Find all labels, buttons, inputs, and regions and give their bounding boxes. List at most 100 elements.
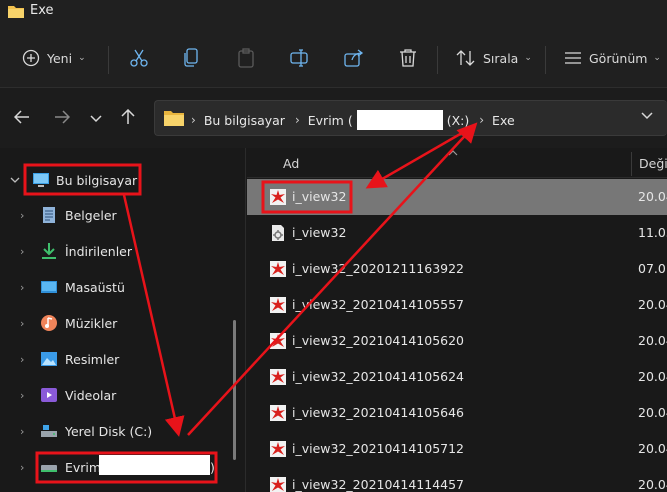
file-date: 20.04 <box>638 477 667 492</box>
sidebar-item-label: Videolar <box>65 387 117 403</box>
sidebar-item-label: Müzikler <box>65 315 118 331</box>
trash-icon <box>399 48 417 68</box>
breadcrumb: › Bu bilgisayar › Evrim ( (X:) › Exe <box>191 110 521 130</box>
address-dropdown-icon[interactable] <box>641 110 653 123</box>
drive-icon <box>40 422 58 440</box>
sidebar-item-suffix: ) <box>210 459 215 475</box>
chevron-right-icon[interactable]: › <box>20 353 24 366</box>
paste-button[interactable] <box>237 44 255 72</box>
plus-circle-icon <box>22 49 40 67</box>
column-name-header[interactable]: Ad <box>283 156 299 171</box>
chevron-right-icon[interactable]: › <box>20 461 24 474</box>
share-icon <box>344 49 364 67</box>
folder-icon <box>164 109 184 129</box>
column-header: Ad Deği <box>247 148 667 178</box>
file-name: i_view32_20210414105557 <box>292 297 465 312</box>
file-row[interactable]: i_view32 11.05 <box>247 215 667 251</box>
file-date: 20.04 <box>638 405 667 420</box>
file-date: 20.04 <box>638 369 667 384</box>
new-button[interactable]: Yeni ⌄ <box>22 44 86 72</box>
file-row[interactable]: i_view32_20201211163922 07.01 <box>247 251 667 287</box>
irfanview-icon <box>269 476 287 492</box>
chevron-right-icon[interactable]: › <box>20 209 24 222</box>
irfanview-icon <box>269 188 287 206</box>
cut-button[interactable] <box>129 44 149 72</box>
column-date-header[interactable]: Deği <box>639 156 667 171</box>
sidebar-scrollbar[interactable] <box>233 320 236 460</box>
chevron-right-icon[interactable]: › <box>20 245 24 258</box>
forward-button[interactable] <box>52 108 72 128</box>
chevron-right-icon[interactable]: › <box>20 281 24 294</box>
address-bar[interactable]: › Bu bilgisayar › Evrim ( (X:) › Exe <box>154 100 667 136</box>
folder-icon <box>8 4 24 21</box>
file-row[interactable]: i_view32_20210414114457 20.04 <box>247 467 667 492</box>
sidebar-item-documents[interactable]: › Belgeler <box>0 200 240 230</box>
view-button[interactable]: Görünüm ⌄ <box>564 44 661 72</box>
chevron-right-icon[interactable]: › <box>20 425 24 438</box>
scissors-icon <box>129 48 149 68</box>
navigation-bar: › Bu bilgisayar › Evrim ( (X:) › Exe <box>0 88 667 148</box>
delete-button[interactable] <box>399 44 417 72</box>
share-button[interactable] <box>344 44 364 72</box>
chevron-right-icon: › <box>191 113 196 127</box>
sidebar-item-this-pc[interactable]: Bu bilgisayar <box>0 165 240 195</box>
irfanview-icon <box>269 332 287 350</box>
sidebar-item-desktop[interactable]: › Masaüstü <box>0 272 240 302</box>
sidebar-item-label: Yerel Disk (C:) <box>65 423 153 439</box>
breadcrumb-exe[interactable]: Exe <box>492 113 515 128</box>
downloads-icon <box>40 242 58 260</box>
file-name: i_view32_20210414114457 <box>292 477 465 492</box>
chevron-right-icon: › <box>479 113 485 127</box>
back-button[interactable] <box>12 108 32 128</box>
videos-icon <box>40 386 58 404</box>
sidebar-item-label: Belgeler <box>65 207 117 223</box>
file-row[interactable]: i_view32_20210414105557 20.04 <box>247 287 667 323</box>
sidebar-item-downloads[interactable]: › İndirilenler <box>0 236 240 266</box>
sidebar-item-local-disk[interactable]: › Yerel Disk (C:) <box>0 416 240 446</box>
up-button[interactable] <box>118 108 138 128</box>
drive-icon <box>40 458 58 476</box>
recent-locations-button[interactable] <box>86 108 106 128</box>
breadcrumb-drive[interactable]: Evrim ( <box>308 113 353 128</box>
config-file-icon <box>269 224 287 242</box>
sidebar-item-music[interactable]: › Müzikler <box>0 308 240 338</box>
toolbar-divider <box>108 46 109 74</box>
irfanview-icon <box>269 260 287 278</box>
sort-ascending-icon <box>448 148 458 159</box>
file-row[interactable]: i_view32_20210414105646 20.04 <box>247 395 667 431</box>
sidebar-item-label: Masaüstü <box>65 279 125 295</box>
clipboard-icon <box>237 48 255 68</box>
file-row[interactable]: i_view32 20.04 <box>247 179 667 215</box>
chevron-right-icon[interactable]: › <box>20 317 24 330</box>
sidebar-item-label: Bu bilgisayar <box>56 172 138 188</box>
command-bar: Yeni ⌄ Sırala ⌄ Görünüm ⌄ <box>0 24 667 88</box>
music-icon <box>40 314 58 332</box>
sidebar-item-label: Resimler <box>65 351 120 367</box>
sidebar-item-label: Evrim <box>65 459 102 475</box>
toolbar-divider <box>545 46 546 74</box>
navigation-pane: Bu bilgisayar › Belgeler › İndirilenler … <box>0 148 246 492</box>
arrow-right-icon <box>54 109 71 127</box>
file-row[interactable]: i_view32_20210414105624 20.04 <box>247 359 667 395</box>
file-name: i_view32_20210414105620 <box>292 333 465 348</box>
sort-button[interactable]: Sırala ⌄ <box>456 44 532 72</box>
column-divider[interactable] <box>631 152 632 176</box>
file-row[interactable]: i_view32_20210414105620 20.04 <box>247 323 667 359</box>
arrow-up-icon <box>121 108 135 128</box>
irfanview-icon <box>269 296 287 314</box>
view-button-label: Görünüm <box>589 50 648 66</box>
file-date: 11.05 <box>638 225 667 240</box>
breadcrumb-this-pc[interactable]: Bu bilgisayar <box>204 113 285 128</box>
file-date: 20.04 <box>638 441 667 456</box>
sidebar-item-pictures[interactable]: › Resimler <box>0 344 240 374</box>
copy-button[interactable] <box>183 44 201 72</box>
file-name: i_view32_20201211163922 <box>292 261 465 276</box>
file-row[interactable]: i_view32_20210414105712 20.04 <box>247 431 667 467</box>
chevron-down-icon[interactable] <box>10 174 20 187</box>
chevron-right-icon[interactable]: › <box>20 389 24 402</box>
file-date: 20.04 <box>638 333 667 348</box>
breadcrumb-drive-letter[interactable]: (X:) <box>447 113 470 128</box>
sidebar-item-videos[interactable]: › Videolar <box>0 380 240 410</box>
chevron-down-icon: ⌄ <box>653 53 661 63</box>
rename-button[interactable] <box>290 44 310 72</box>
